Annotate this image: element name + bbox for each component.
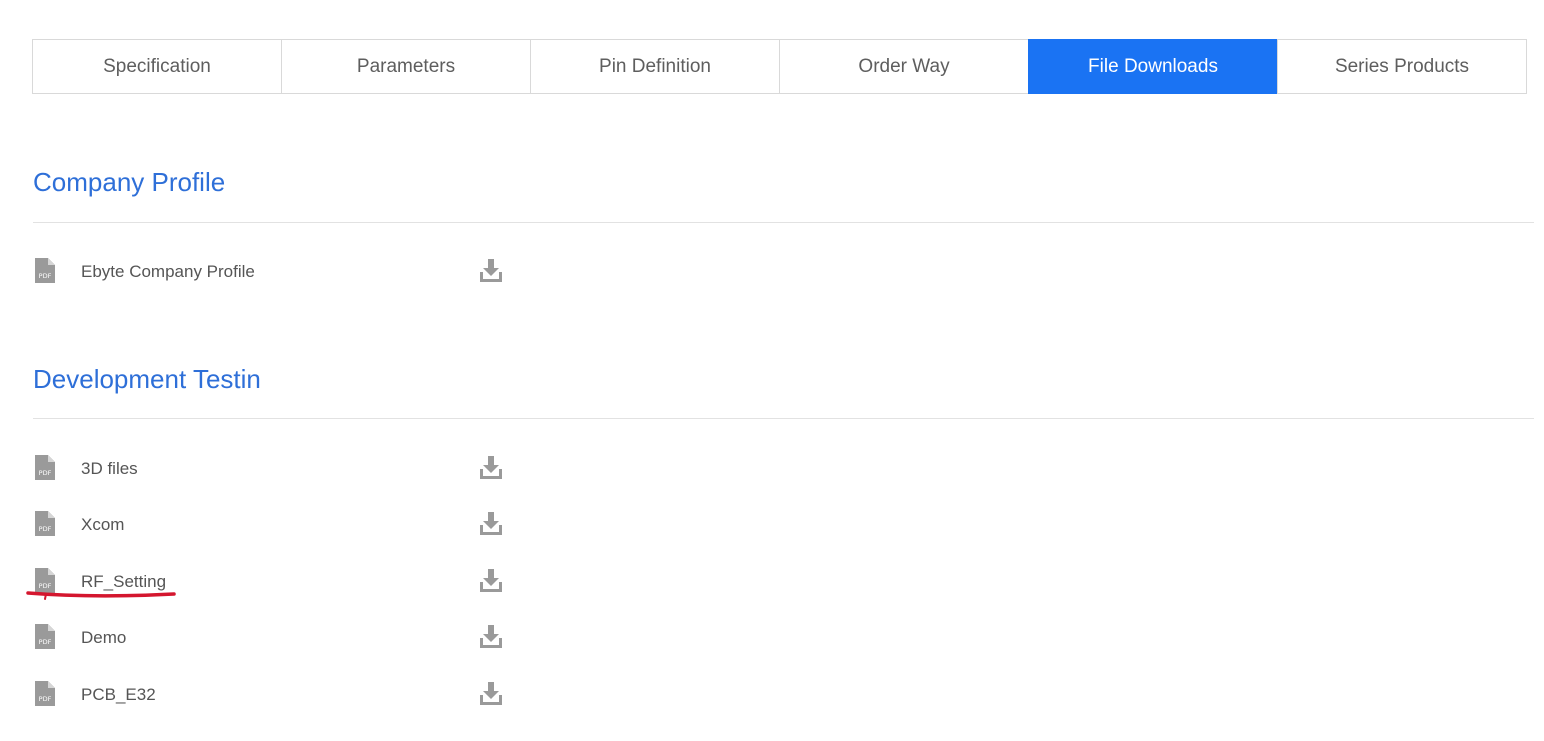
download-icon[interactable] <box>479 258 503 282</box>
tab-series-products[interactable]: Series Products <box>1277 39 1527 94</box>
svg-text:PDF: PDF <box>39 695 52 703</box>
section-title: Company Profile <box>33 167 226 197</box>
svg-text:PDF: PDF <box>39 638 52 646</box>
file-name[interactable]: 3D files <box>81 459 138 479</box>
tab-file-downloads[interactable]: File Downloads <box>1028 39 1278 94</box>
svg-text:PDF: PDF <box>39 469 52 477</box>
section-divider <box>33 418 1534 419</box>
svg-text:PDF: PDF <box>39 272 52 280</box>
download-icon[interactable] <box>479 624 503 648</box>
tab-specification[interactable]: Specification <box>32 39 282 94</box>
file-name[interactable]: Xcom <box>81 515 124 535</box>
tab-bar: Specification Parameters Pin Definition … <box>32 39 1534 94</box>
file-row-xcom: PDF Xcom <box>33 511 553 541</box>
file-row-3d-files: PDF 3D files <box>33 455 553 485</box>
pdf-icon: PDF <box>35 624 55 649</box>
file-row-demo: PDF Demo <box>33 624 553 654</box>
svg-text:PDF: PDF <box>39 525 52 533</box>
pdf-icon: PDF <box>35 511 55 536</box>
file-name[interactable]: Demo <box>81 628 126 648</box>
section-company-profile: Company Profile PDF Ebyte Company Profil… <box>33 162 1534 283</box>
file-name[interactable]: Ebyte Company Profile <box>81 262 255 282</box>
pdf-icon: PDF <box>35 258 55 283</box>
tab-order-way[interactable]: Order Way <box>779 39 1029 94</box>
section-divider <box>33 222 1534 223</box>
tab-parameters[interactable]: Parameters <box>281 39 531 94</box>
download-icon[interactable] <box>479 681 503 705</box>
file-row-pcb-e32: PDF PCB_E32 <box>33 681 553 711</box>
pdf-icon: PDF <box>35 455 55 480</box>
pdf-icon: PDF <box>35 681 55 706</box>
download-icon[interactable] <box>479 511 503 535</box>
section-title: Development Testin <box>33 364 261 394</box>
tab-pin-definition[interactable]: Pin Definition <box>530 39 780 94</box>
section-development-testin: Development Testin PDF 3D files PDF Xcom <box>33 359 1534 706</box>
file-name[interactable]: PCB_E32 <box>81 685 156 705</box>
download-icon[interactable] <box>479 455 503 479</box>
file-row-ebyte-company-profile: PDF Ebyte Company Profile <box>33 258 553 288</box>
download-icon[interactable] <box>479 568 503 592</box>
annotation-underline <box>26 591 176 600</box>
